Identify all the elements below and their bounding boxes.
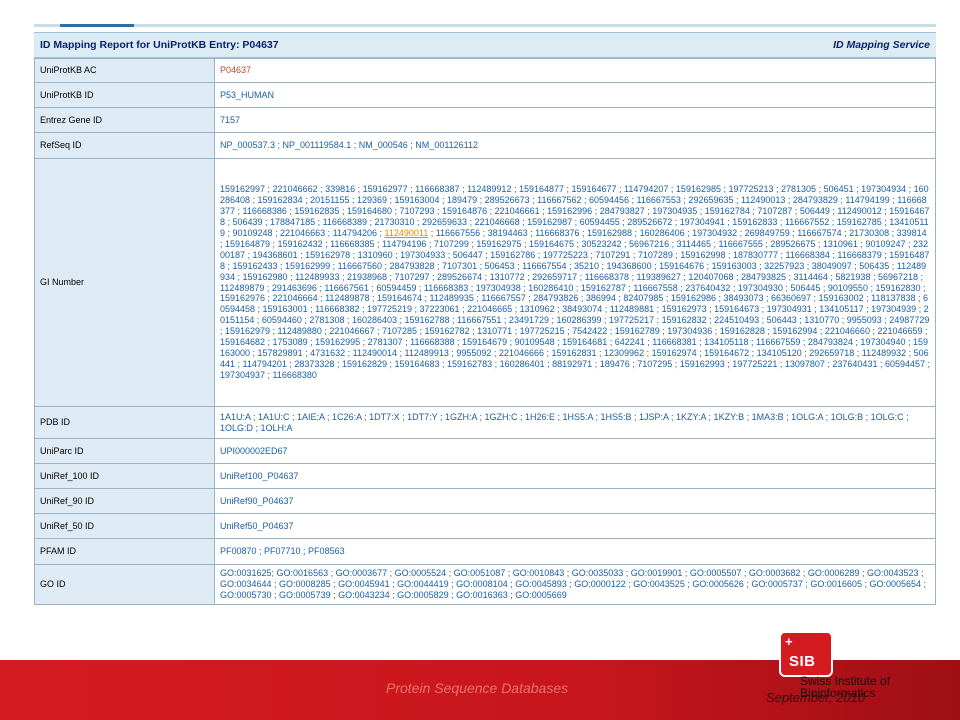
table-row: RefSeq ID NP_000537.3 ; NP_001119584.1 ;…: [34, 132, 936, 159]
table-row: GI Number 159162997 ; 221046662 ; 339816…: [34, 158, 936, 407]
row-label-entrez-gene-id: Entrez Gene ID: [34, 107, 215, 133]
table-row: GO ID GO:0031625; GO:0016563 ; GO:000367…: [34, 564, 936, 605]
entrez-gene-id-link[interactable]: 7157: [214, 107, 936, 133]
uniprotkb-id-link[interactable]: P53_HUMAN: [214, 82, 936, 108]
sib-logo-text: SIB: [789, 653, 816, 670]
table-row: UniRef_100 ID UniRef100_P04637: [34, 463, 936, 489]
go-id-links[interactable]: GO:0031625; GO:0016563 ; GO:0003677 ; GO…: [214, 564, 936, 605]
sib-logo: + SIB: [779, 631, 833, 677]
row-label-uniprotkb-ac: UniProtKB AC: [34, 58, 215, 83]
table-row: UniProtKB ID P53_HUMAN: [34, 82, 936, 108]
footer-course-title: Protein Sequence Databases: [386, 680, 569, 696]
report-header: ID Mapping Report for UniProtKB Entry: P…: [34, 32, 936, 58]
row-label-gi-number: GI Number: [34, 158, 215, 407]
row-label-uniref50-id: UniRef_50 ID: [34, 513, 215, 539]
sib-institute-name: Swiss Institute of Bioinformatics: [800, 675, 890, 699]
uniref100-id-link[interactable]: UniRef100_P04637: [214, 463, 936, 489]
report-title: ID Mapping Report for UniProtKB Entry: P…: [40, 39, 279, 51]
id-mapping-table: UniProtKB AC P04637 UniProtKB ID P53_HUM…: [34, 58, 936, 605]
swiss-cross-icon: +: [785, 634, 793, 649]
uniprotkb-ac-value: P04637: [214, 58, 936, 83]
top-rule-accent: [60, 24, 134, 27]
service-title: ID Mapping Service: [833, 39, 930, 51]
pdb-id-links[interactable]: 1A1U:A ; 1A1U:C ; 1AIE:A ; 1C26:A ; 1DT7…: [214, 406, 936, 439]
top-rule: [34, 24, 936, 27]
row-label-pfam-id: PFAM ID: [34, 538, 215, 565]
row-label-pdb-id: PDB ID: [34, 406, 215, 439]
row-label-uniparc-id: UniParc ID: [34, 438, 215, 464]
table-row: PFAM ID PF00870 ; PF07710 ; PF08563: [34, 538, 936, 565]
sib-name-line2: Bioinformatics: [800, 686, 876, 700]
gi-number-highlighted-link[interactable]: 112490011: [384, 228, 428, 238]
row-label-go-id: GO ID: [34, 564, 215, 605]
gi-number-list-part2[interactable]: ; 116667556 ; 38194463 ; 116668376 ; 159…: [220, 228, 930, 380]
uniref50-id-link[interactable]: UniRef50_P04637: [214, 513, 936, 539]
uniparc-id-link[interactable]: UPI000002ED67: [214, 438, 936, 464]
uniref90-id-link[interactable]: UniRef90_P04637: [214, 488, 936, 514]
row-label-uniprotkb-id: UniProtKB ID: [34, 82, 215, 108]
uniprotkb-ac-link[interactable]: P04637: [220, 65, 251, 75]
pfam-id-links[interactable]: PF00870 ; PF07710 ; PF08563: [214, 538, 936, 565]
gi-number-links[interactable]: 159162997 ; 221046662 ; 339816 ; 1591629…: [214, 158, 936, 407]
table-row: UniRef_90 ID UniRef90_P04637: [34, 488, 936, 514]
refseq-id-links[interactable]: NP_000537.3 ; NP_001119584.1 ; NM_000546…: [214, 132, 936, 159]
row-label-refseq-id: RefSeq ID: [34, 132, 215, 159]
table-row: Entrez Gene ID 7157: [34, 107, 936, 133]
row-label-uniref90-id: UniRef_90 ID: [34, 488, 215, 514]
table-row: PDB ID 1A1U:A ; 1A1U:C ; 1AIE:A ; 1C26:A…: [34, 406, 936, 439]
table-row: UniParc ID UPI000002ED67: [34, 438, 936, 464]
row-label-uniref100-id: UniRef_100 ID: [34, 463, 215, 489]
table-row: UniRef_50 ID UniRef50_P04637: [34, 513, 936, 539]
table-row: UniProtKB AC P04637: [34, 58, 936, 83]
